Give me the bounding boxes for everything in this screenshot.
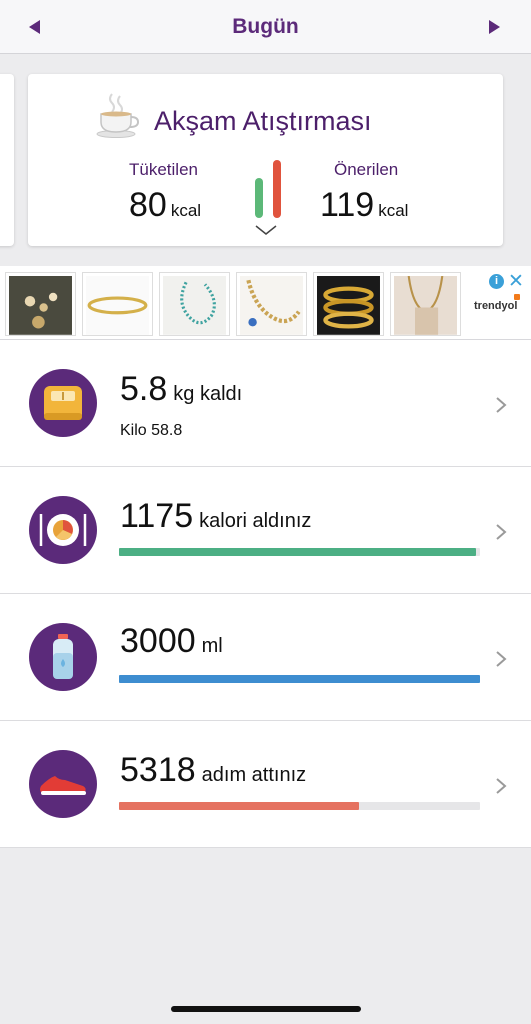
meal-carousel[interactable]: Akşam Atıştırması Tüketilen 80 kcal Öneri… xyxy=(0,54,531,266)
water-progress-fill xyxy=(119,675,480,683)
current-weight: Kilo 58.8 xyxy=(120,422,183,439)
consumed-value: 80 kcal xyxy=(129,186,201,225)
ad-banner[interactable]: i ✕ trendyol xyxy=(0,266,531,340)
chevron-down-icon[interactable] xyxy=(254,224,278,236)
top-bar: Bugün xyxy=(0,0,531,54)
meal-title: Akşam Atıştırması xyxy=(154,106,372,136)
recommended-unit: kcal xyxy=(378,201,409,220)
ad-brand-logo: trendyol xyxy=(474,300,518,312)
chevron-right-icon xyxy=(496,651,507,667)
recommended-label: Önerilen xyxy=(334,160,399,179)
water-row[interactable]: 3000 ml xyxy=(0,594,531,721)
ad-thumbnail[interactable] xyxy=(236,272,307,336)
weight-remaining: 5.8 kg kaldı xyxy=(120,370,242,409)
calories-row[interactable]: 1175 kalori aldınız xyxy=(0,467,531,594)
steps-progress xyxy=(119,802,480,810)
calories-progress-fill xyxy=(119,548,477,556)
calories-value: 1175 xyxy=(120,497,194,535)
plate-icon xyxy=(29,496,97,564)
consumed-label: Tüketilen xyxy=(129,160,198,179)
consumed-number: 80 xyxy=(129,186,167,224)
weight-suffix: kg kaldı xyxy=(173,383,243,405)
consumed-unit: kcal xyxy=(170,201,202,220)
steps-suffix: adım attınız xyxy=(201,764,307,786)
calories-suffix: kalori aldınız xyxy=(199,510,312,532)
chevron-right-icon xyxy=(496,524,507,540)
water-amount: 3000 ml xyxy=(120,622,223,661)
ad-thumbnail[interactable] xyxy=(5,272,76,336)
home-indicator[interactable] xyxy=(171,1006,361,1012)
meal-card[interactable]: Akşam Atıştırması Tüketilen 80 kcal Öneri… xyxy=(28,74,503,246)
weight-value: 5.8 xyxy=(120,370,168,408)
chevron-right-icon xyxy=(496,778,507,794)
comparison-bars-icon xyxy=(255,160,281,218)
steps-progress-fill xyxy=(119,802,360,810)
steps-taken: 5318 adım attınız xyxy=(120,751,306,790)
water-bottle-icon xyxy=(29,623,97,691)
date-title: Bugün xyxy=(232,15,299,38)
triangle-right-icon[interactable] xyxy=(489,20,500,34)
water-progress xyxy=(119,675,480,683)
calories-progress xyxy=(119,548,480,556)
chevron-right-icon xyxy=(496,397,507,413)
ad-thumbnail[interactable] xyxy=(390,272,461,336)
close-icon[interactable]: ✕ xyxy=(508,270,524,293)
sneaker-icon xyxy=(29,750,97,818)
ad-thumbnail[interactable] xyxy=(159,272,230,336)
steps-value: 5318 xyxy=(120,751,196,789)
previous-meal-card[interactable] xyxy=(0,74,14,246)
scale-icon xyxy=(29,369,97,437)
water-value: 3000 xyxy=(120,622,196,660)
calories-taken: 1175 kalori aldınız xyxy=(120,497,311,536)
weight-row[interactable]: 5.8 kg kaldı Kilo 58.8 xyxy=(0,340,531,467)
ad-info-icon[interactable]: i xyxy=(489,274,504,289)
steps-row[interactable]: 5318 adım attınız xyxy=(0,721,531,848)
water-suffix: ml xyxy=(201,635,223,657)
ad-thumbnail[interactable] xyxy=(82,272,153,336)
summary-list: 5.8 kg kaldı Kilo 58.8 1175 kalori aldınız xyxy=(0,340,531,848)
recommended-value: 119 kcal xyxy=(320,186,408,225)
recommended-number: 119 xyxy=(320,186,375,224)
teacup-icon xyxy=(96,93,140,138)
ad-thumbnail[interactable] xyxy=(313,272,384,336)
